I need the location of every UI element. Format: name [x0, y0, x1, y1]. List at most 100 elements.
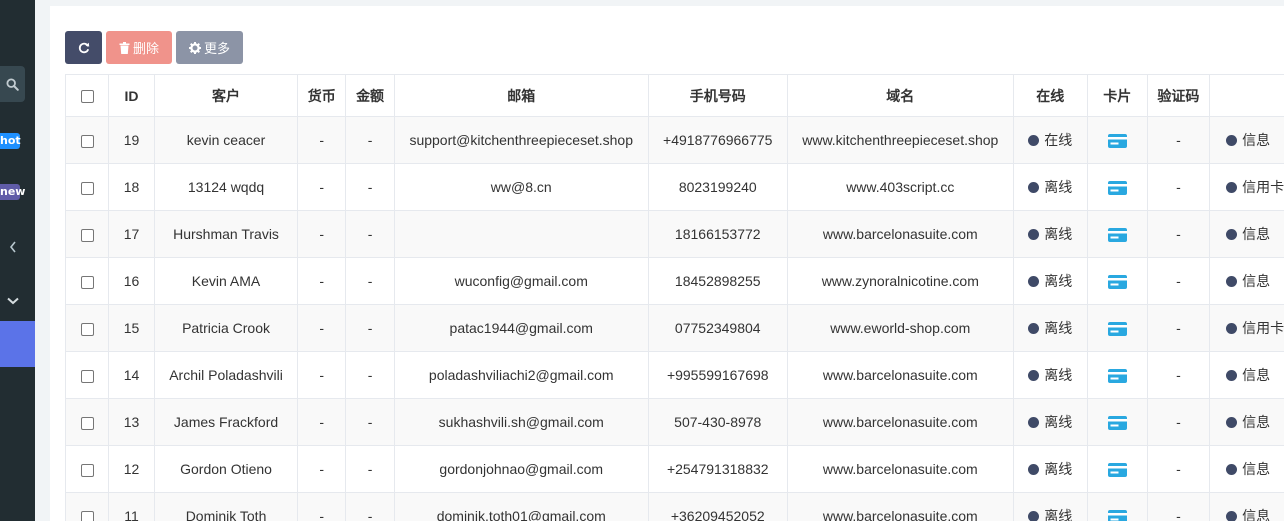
- row-checkbox[interactable]: [80, 322, 94, 336]
- row-checkbox[interactable]: [80, 134, 94, 148]
- cell-email: gordonjohnao@gmail.com: [393, 445, 649, 493]
- hot-badge: hot: [0, 133, 21, 149]
- row-checkbox-cell: [64, 210, 110, 258]
- cell-customer: James Frackford: [154, 398, 299, 446]
- more-button[interactable]: 更多: [176, 31, 243, 64]
- cell-phone: +4918776966775: [647, 116, 788, 164]
- header-email[interactable]: 邮箱: [393, 74, 649, 117]
- cell-online: 在线: [1012, 116, 1088, 164]
- credit-card-icon[interactable]: [1107, 320, 1127, 337]
- online-status: 离线: [1044, 226, 1073, 242]
- cell-email: support@kitchenthreepieceset.shop: [393, 116, 649, 164]
- table-row[interactable]: 13 James Frackford - - sukhashvili.sh@gmail.…: [64, 398, 1284, 446]
- cell-id: 13: [108, 398, 156, 446]
- cell-extra: 信息: [1209, 492, 1284, 521]
- status-dot-icon: [1226, 323, 1238, 334]
- cell-captcha: -: [1146, 492, 1211, 521]
- header-captcha[interactable]: 验证码: [1146, 74, 1211, 117]
- header-phone[interactable]: 手机号码: [647, 74, 788, 117]
- cell-online: 离线: [1012, 445, 1088, 493]
- table-row[interactable]: 18 13124 wqdq - - ww@8.cn 8023199240 www.403sc…: [64, 163, 1284, 211]
- credit-card-icon[interactable]: [1107, 273, 1127, 290]
- cell-extra: 信息: [1209, 398, 1284, 446]
- sidebar-search-button[interactable]: [0, 66, 25, 102]
- status-dot-icon: [1028, 276, 1040, 287]
- cell-currency: -: [297, 210, 347, 258]
- row-checkbox[interactable]: [80, 275, 94, 289]
- row-checkbox[interactable]: [80, 416, 94, 430]
- cell-phone: +995599167698: [647, 351, 788, 399]
- row-checkbox[interactable]: [80, 463, 94, 477]
- credit-card-icon[interactable]: [1107, 367, 1127, 384]
- cell-online: 离线: [1012, 163, 1088, 211]
- cell-currency: -: [297, 257, 347, 305]
- cell-customer: Hurshman Travis: [154, 210, 299, 258]
- chevron-left-icon[interactable]: [0, 238, 25, 257]
- table-header-row: ID 客户 货币 金额 邮箱 手机号码 域名 在线 卡片 验证码: [64, 74, 1284, 117]
- cell-domain: www.kitchenthreepieceset.shop: [786, 116, 1014, 164]
- cell-extra: 信用卡: [1209, 163, 1284, 211]
- header-card[interactable]: 卡片: [1086, 74, 1148, 117]
- table-row[interactable]: 19 kevin ceacer - - support@kitchenthreepiec…: [64, 116, 1284, 164]
- table-row[interactable]: 17 Hurshman Travis - -18166153772 www.barcel…: [64, 210, 1284, 258]
- table-row[interactable]: 11 Dominik Toth - - dominik.toth01@gmail.com…: [64, 492, 1284, 521]
- table-row[interactable]: 16 Kevin AMA - - wuconfig@gmail.com 184528982…: [64, 257, 1284, 305]
- delete-button[interactable]: 删除: [106, 31, 172, 64]
- refresh-icon: [78, 42, 89, 53]
- cell-domain: www.barcelonasuite.com: [786, 398, 1014, 446]
- header-online[interactable]: 在线: [1012, 74, 1088, 117]
- row-checkbox-cell: [64, 304, 110, 352]
- cell-email: wuconfig@gmail.com: [393, 257, 649, 305]
- cell-card: [1086, 116, 1148, 164]
- credit-card-icon[interactable]: [1107, 414, 1127, 431]
- sidebar-active-item[interactable]: [0, 321, 35, 367]
- cell-phone: 507-430-8978: [647, 398, 788, 446]
- header-id[interactable]: ID: [108, 74, 156, 117]
- cell-email: patac1944@gmail.com: [393, 304, 649, 352]
- cell-extra: 信息: [1209, 257, 1284, 305]
- status-dot-icon: [1226, 276, 1238, 287]
- refresh-button[interactable]: [65, 31, 102, 64]
- row-checkbox-cell: [64, 257, 110, 305]
- credit-card-icon[interactable]: [1107, 179, 1127, 196]
- table-body: 19 kevin ceacer - - support@kitchenthreepiec…: [64, 116, 1284, 521]
- row-checkbox[interactable]: [80, 510, 94, 521]
- row-checkbox[interactable]: [80, 369, 94, 383]
- delete-label: 删除: [132, 41, 159, 56]
- credit-card-icon[interactable]: [1107, 461, 1127, 478]
- table-row[interactable]: 14 Archil Poladashvili - - poladashviliachi2…: [64, 351, 1284, 399]
- header-domain[interactable]: 域名: [786, 74, 1014, 117]
- extra-status: 信息: [1242, 273, 1271, 289]
- table-row[interactable]: 15 Patricia Crook - - patac1944@gmail.com 077…: [64, 304, 1284, 352]
- online-status: 在线: [1044, 132, 1073, 148]
- chevron-down-icon[interactable]: [0, 290, 25, 309]
- cell-amount: -: [345, 351, 395, 399]
- cell-extra: 信息: [1209, 351, 1284, 399]
- extra-status: 信息: [1242, 414, 1271, 430]
- cell-card: [1086, 257, 1148, 305]
- cell-phone: +254791318832: [647, 445, 788, 493]
- online-status: 离线: [1044, 461, 1073, 477]
- credit-card-icon[interactable]: [1107, 508, 1127, 521]
- select-all-checkbox[interactable]: [80, 90, 94, 104]
- row-checkbox[interactable]: [80, 228, 94, 242]
- row-checkbox[interactable]: [80, 181, 94, 195]
- status-dot-icon: [1028, 229, 1040, 240]
- credit-card-icon[interactable]: [1107, 132, 1127, 149]
- header-currency[interactable]: 货币: [297, 74, 347, 117]
- cell-captcha: -: [1146, 351, 1211, 399]
- table-row[interactable]: 12 Gordon Otieno - - gordonjohnao@gmail.com +…: [64, 445, 1284, 493]
- cell-card: [1086, 398, 1148, 446]
- status-dot-icon: [1226, 135, 1238, 146]
- credit-card-icon[interactable]: [1107, 226, 1127, 243]
- cell-online: 离线: [1012, 351, 1088, 399]
- cell-captcha: -: [1146, 257, 1211, 305]
- status-dot-icon: [1226, 229, 1238, 240]
- online-status: 离线: [1044, 179, 1073, 195]
- cell-online: 离线: [1012, 398, 1088, 446]
- cell-domain: www.zynoralnicotine.com: [786, 257, 1014, 305]
- header-customer[interactable]: 客户: [154, 74, 299, 117]
- header-amount[interactable]: 金额: [345, 74, 395, 117]
- cell-customer: Archil Poladashvili: [154, 351, 299, 399]
- online-status: 离线: [1044, 320, 1073, 336]
